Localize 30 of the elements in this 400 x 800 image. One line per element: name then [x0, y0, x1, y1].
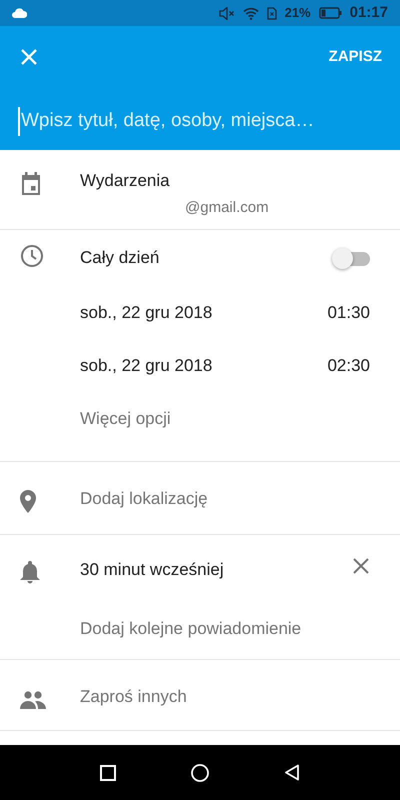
sim-card-icon — [266, 6, 277, 20]
cloud-icon — [12, 8, 27, 18]
calendar-icon — [20, 172, 42, 196]
battery-icon — [318, 7, 342, 19]
title-field[interactable]: Wpisz tytuł, datę, osoby, miejsca… — [18, 107, 382, 136]
muted-speaker-icon — [218, 6, 235, 20]
all-day-label: Cały dzień — [80, 247, 160, 270]
invite-guests-field[interactable]: Zaproś innych — [80, 684, 370, 710]
more-options-link[interactable]: Więcej opcji — [80, 392, 370, 445]
end-date[interactable]: sob., 22 gru 2018 — [80, 352, 212, 378]
battery-percent: 21% — [284, 4, 311, 22]
clock-icon — [20, 244, 44, 268]
notification-label[interactable]: 30 minut wcześniej — [80, 557, 224, 582]
end-time[interactable]: 02:30 — [327, 352, 370, 378]
location-pin-icon — [20, 490, 36, 514]
start-date[interactable]: sob., 22 gru 2018 — [80, 300, 212, 326]
remove-notification-button[interactable] — [352, 557, 370, 575]
people-icon — [20, 690, 46, 709]
location-field[interactable]: Dodaj lokalizację — [80, 486, 370, 512]
recents-button[interactable] — [100, 764, 116, 780]
clock-time: 01:17 — [350, 2, 388, 23]
wifi-icon — [242, 6, 259, 20]
back-button[interactable] — [284, 764, 300, 781]
calendar-name[interactable]: Wydarzenia — [80, 168, 370, 194]
all-day-switch[interactable] — [332, 248, 370, 268]
home-button[interactable] — [191, 764, 209, 782]
start-time[interactable]: 01:30 — [327, 300, 370, 326]
add-notification-link[interactable]: Dodaj kolejne powiadomienie — [80, 616, 370, 641]
account-email: @gmail.com — [184, 198, 270, 218]
bell-icon — [20, 561, 40, 584]
